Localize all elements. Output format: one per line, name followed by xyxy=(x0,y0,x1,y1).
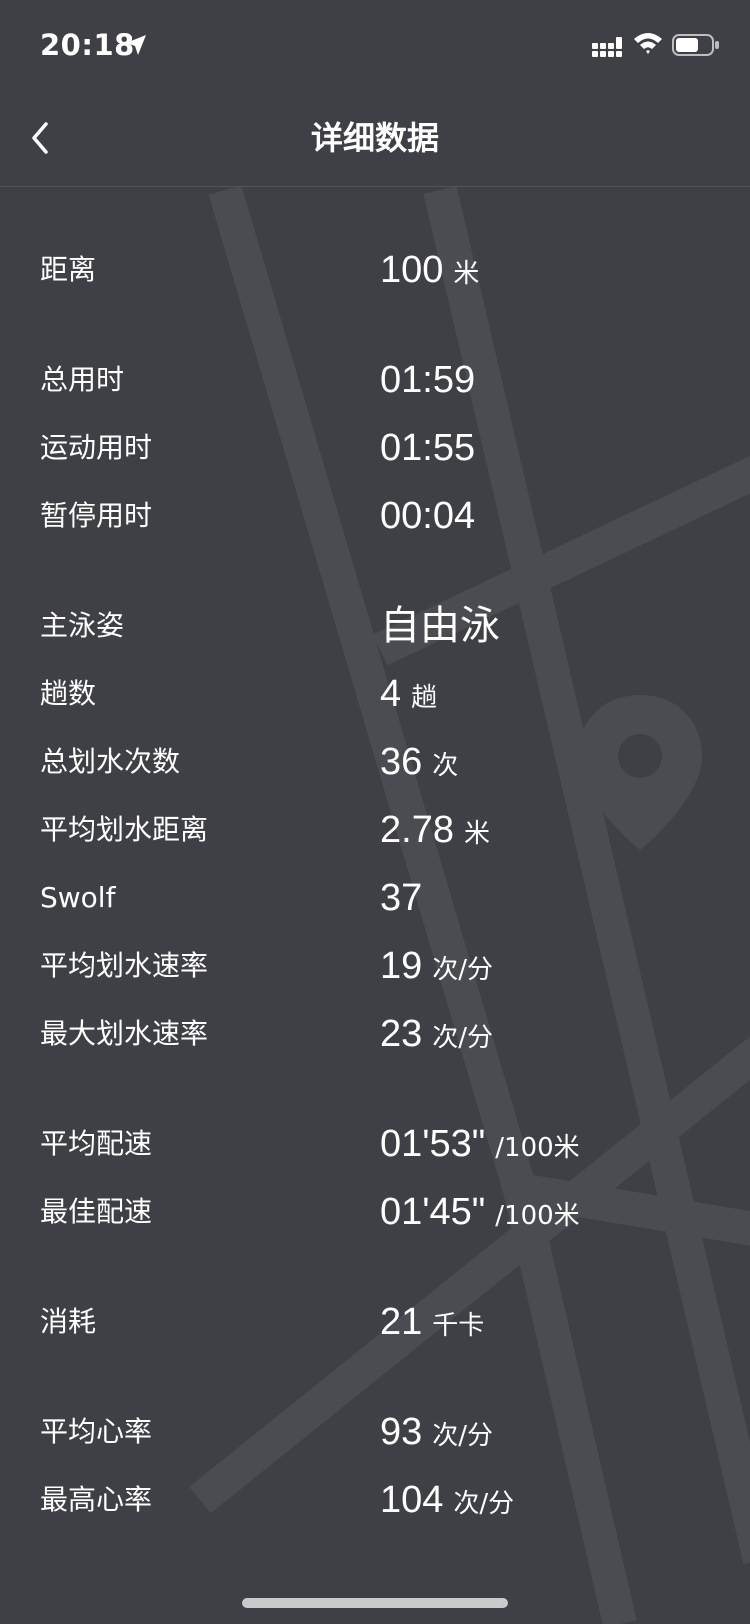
row-label: 平均心率 xyxy=(40,1415,153,1448)
row-value: 01:55 xyxy=(380,427,476,469)
battery-icon xyxy=(672,34,719,56)
row-value: 21 xyxy=(380,1301,423,1343)
row-unit: 趟 xyxy=(411,683,438,713)
list-item: 平均划水速率 19 次/分 xyxy=(0,936,750,996)
row-unit: 次/分 xyxy=(432,1421,494,1451)
row-unit: 次/分 xyxy=(453,1489,515,1519)
row-label: 最高心率 xyxy=(40,1483,153,1516)
location-arrow-icon xyxy=(126,35,146,55)
row-value: 104 xyxy=(380,1479,444,1521)
list-item: 总划水次数 36 次 xyxy=(0,732,750,792)
list-item: 平均配速 01'53" /100米 xyxy=(0,1114,750,1174)
list-item: 总用时 01:59 xyxy=(0,350,750,410)
row-unit: 米 xyxy=(463,819,490,849)
wifi-icon xyxy=(634,33,662,54)
row-value: 100 xyxy=(380,249,444,291)
row-label: 最佳配速 xyxy=(40,1195,153,1228)
row-unit: 米 xyxy=(453,259,480,289)
row-label: 消耗 xyxy=(40,1305,97,1338)
back-button[interactable] xyxy=(18,114,66,162)
row-value: 自由泳 xyxy=(380,603,500,649)
row-label: 运动用时 xyxy=(40,431,153,464)
row-unit: 次 xyxy=(432,751,459,781)
row-label: 趟数 xyxy=(40,677,97,710)
chevron-left-icon xyxy=(32,122,48,154)
list-item: 最佳配速 01'45" /100米 xyxy=(0,1182,750,1242)
row-value: 01'53" xyxy=(380,1123,486,1165)
navigation-bar: 详细数据 xyxy=(0,90,750,187)
row-label: Swolf xyxy=(40,881,116,914)
list-item: 暂停用时 00:04 xyxy=(0,486,750,546)
row-unit: 次/分 xyxy=(432,1023,494,1053)
row-value: 2.78 xyxy=(380,809,454,851)
row-value: 36 xyxy=(380,741,423,783)
row-value: 93 xyxy=(380,1411,423,1453)
row-value: 23 xyxy=(380,1013,423,1055)
list-item: 主泳姿 自由泳 xyxy=(0,596,750,656)
row-value: 37 xyxy=(380,877,423,919)
list-item: 距离 100 米 xyxy=(0,240,750,300)
row-label: 最大划水速率 xyxy=(40,1017,209,1050)
row-label: 平均配速 xyxy=(40,1127,153,1160)
list-item: 运动用时 01:55 xyxy=(0,418,750,478)
status-bar: 20:18 xyxy=(0,0,750,90)
row-label: 主泳姿 xyxy=(40,609,125,642)
row-unit: /100米 xyxy=(495,1201,580,1231)
list-item: 消耗 21 千卡 xyxy=(0,1292,750,1352)
page-title: 详细数据 xyxy=(310,119,439,157)
row-value: 19 xyxy=(380,945,423,987)
row-label: 总用时 xyxy=(40,363,125,396)
row-label: 平均划水速率 xyxy=(40,949,209,982)
list-item: Swolf 37 xyxy=(0,868,750,928)
list-item: 最高心率 104 次/分 xyxy=(0,1470,750,1530)
row-value: 4 xyxy=(380,673,402,715)
row-unit: 次/分 xyxy=(432,955,494,985)
row-value: 01'45" xyxy=(380,1191,486,1233)
row-unit: /100米 xyxy=(495,1133,580,1163)
home-indicator xyxy=(242,1598,508,1608)
row-value: 01:59 xyxy=(380,359,476,401)
list-item: 平均心率 93 次/分 xyxy=(0,1402,750,1462)
status-time: 20:18 xyxy=(40,28,135,62)
list-item: 平均划水距离 2.78 米 xyxy=(0,800,750,860)
row-unit: 千卡 xyxy=(432,1311,485,1341)
row-value: 00:04 xyxy=(380,495,476,537)
row-label: 暂停用时 xyxy=(40,499,153,532)
signal-icon xyxy=(592,37,622,57)
list-item: 趟数 4趟 xyxy=(0,664,750,724)
row-label: 总划水次数 xyxy=(40,745,181,778)
list-item: 最大划水速率 23 次/分 xyxy=(0,1004,750,1064)
row-label: 距离 xyxy=(40,253,97,286)
row-label: 平均划水距离 xyxy=(40,813,209,846)
